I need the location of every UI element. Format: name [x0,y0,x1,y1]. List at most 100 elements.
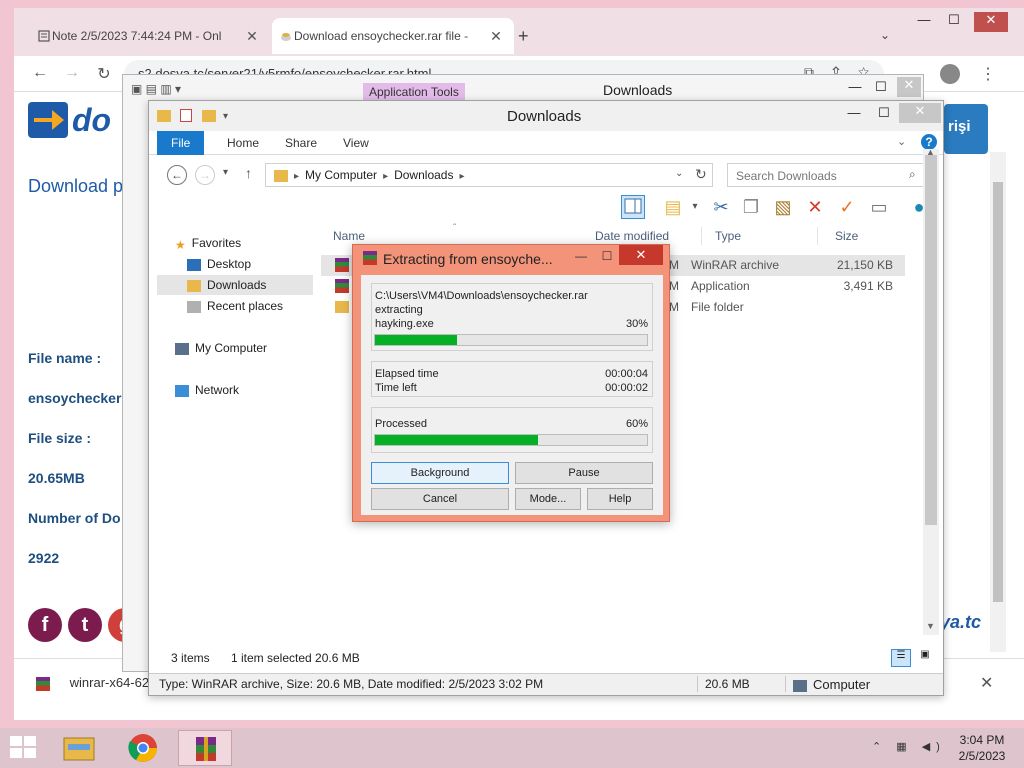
minimize-button[interactable]: — [841,105,867,125]
chrome-taskbar-icon[interactable] [116,730,170,766]
profile-avatar-icon[interactable] [940,64,960,84]
maximize-button[interactable]: ☐ [871,105,897,125]
nav-my-computer[interactable]: My Computer [175,338,335,358]
background-button[interactable]: Background [371,462,509,484]
properties-check-icon[interactable]: ▤ [661,195,685,219]
scroll-thumb[interactable] [925,155,937,525]
dialog-titlebar[interactable]: Extracting from ensoyche... — ☐ ✕ [353,245,669,273]
file-list-scrollbar[interactable]: ▲ ▼ [923,147,939,635]
close-download-bar-icon[interactable]: ✕ [980,673,993,693]
winrar-file-icon [36,676,50,691]
close-button[interactable]: ✕ [897,77,921,97]
view-icon[interactable]: ▭ [867,195,891,219]
preview-pane-icon[interactable] [621,195,645,219]
close-button[interactable]: ✕ [974,12,1008,32]
copy-icon[interactable]: ❐ [739,195,763,219]
file-progress-percent: 30% [625,318,648,330]
tab-share[interactable]: Share [271,131,331,155]
paste-icon[interactable]: ▧ [771,195,795,219]
forward-arrow-icon[interactable]: → [195,165,215,185]
note-icon [38,30,50,42]
address-dropdown-icon[interactable]: ⌄ [675,168,683,179]
breadcrumb-separator-icon[interactable]: ▸ [459,171,464,182]
facebook-icon[interactable]: f [28,608,62,642]
breadcrumb-separator-icon[interactable]: ▸ [383,171,388,182]
quick-access-icons[interactable]: ▣ ▤ ▥ ▾ [131,82,181,96]
close-button[interactable]: ✕ [899,103,941,123]
chevron-down-icon[interactable]: ▾ [683,195,707,219]
winrar-taskbar-icon[interactable] [178,730,232,766]
system-tray-icons[interactable]: ⌃ ▦ ◀) [872,740,946,753]
twitter-icon[interactable]: t [68,608,102,642]
column-header-name[interactable]: Name [333,227,365,245]
properties-icon[interactable] [180,109,193,123]
large-icons-view-icon[interactable]: ▣ [915,649,935,667]
tab-search-chevron-icon[interactable]: ⌄ [880,28,890,42]
file-explorer-taskbar-icon[interactable] [54,730,104,766]
dialog-title: Extracting from ensoyche... [383,251,553,267]
nav-downloads[interactable]: Downloads [157,275,313,295]
scroll-down-icon[interactable]: ▼ [926,621,935,631]
maximize-button[interactable]: ☐ [867,79,895,99]
login-button[interactable]: rişi [944,104,988,154]
column-header-type[interactable]: Type [715,227,741,245]
tab-home[interactable]: Home [213,131,273,155]
new-folder-icon[interactable] [201,109,216,122]
minimize-button[interactable]: — [910,12,938,32]
maximize-button[interactable]: ☐ [940,12,968,32]
column-header-date[interactable]: Date modified [595,227,669,245]
breadcrumb-my-computer[interactable]: My Computer [305,168,377,182]
search-icon[interactable]: ⌕ [909,167,916,182]
recent-locations-chevron-icon[interactable]: ▾ [223,167,228,178]
download-item[interactable]: winrar-x64-62 [36,675,149,691]
chevron-down-icon[interactable]: ▾ [223,111,228,122]
pause-button[interactable]: Pause [515,462,653,484]
nav-label: My Computer [195,341,268,355]
scroll-thumb[interactable] [993,182,1003,602]
close-tab-icon[interactable]: ✕ [488,28,504,45]
maximize-button[interactable]: ☐ [597,249,617,263]
refresh-icon[interactable]: ↻ [695,166,707,183]
back-arrow-icon[interactable]: ← [167,165,187,185]
breadcrumb-downloads[interactable]: Downloads [394,168,453,182]
cut-icon[interactable]: ✂ [709,195,733,219]
desktop-icon [187,258,201,271]
action-label: extracting [375,304,423,316]
browser-tab-note[interactable]: Note 2/5/2023 7:44:24 PM - Onl ✕ [30,18,270,54]
reload-icon[interactable]: ↻ [94,64,114,84]
new-tab-button[interactable]: + [518,26,529,47]
cancel-button[interactable]: Cancel [371,488,509,510]
close-tab-icon[interactable]: ✕ [244,28,260,45]
close-button[interactable]: ✕ [619,245,663,265]
back-arrow-icon[interactable]: ← [30,64,50,82]
minimize-button[interactable]: — [841,79,869,99]
column-header-size[interactable]: Size [835,227,858,245]
minimize-button[interactable]: — [571,249,591,263]
quick-access-toolbar[interactable]: ▾ [157,108,228,123]
taskbar-clock[interactable]: 3:04 PM 2/5/2023 [952,732,1012,764]
page-scrollbar[interactable] [990,152,1006,652]
nav-favorites[interactable]: ★ Favorites [175,233,335,253]
details-view-icon[interactable]: ☰ [891,649,911,667]
forward-arrow-icon[interactable]: → [62,64,82,82]
breadcrumb-address-bar[interactable]: ▸ My Computer ▸ Downloads ▸ [265,163,713,187]
expand-ribbon-chevron-icon[interactable]: ⌄ [897,135,906,148]
tab-file[interactable]: File [157,131,205,155]
windows-start-icon[interactable] [10,736,38,760]
breadcrumb-separator-icon[interactable]: ▸ [294,171,299,182]
delete-icon[interactable]: ✕ [803,195,827,219]
time-group: Elapsed time 00:00:04 Time left 00:00:02 [371,361,653,397]
application-tools-label[interactable]: Application Tools [363,83,465,101]
download-count-value: 2922 [28,550,60,566]
browser-tab-download[interactable]: Download ensoychecker.rar file - ✕ [272,18,514,54]
mode-button[interactable]: Mode... [515,488,581,510]
menu-dots-icon[interactable]: ⋮ [980,64,996,84]
nav-network[interactable]: Network [175,380,335,400]
search-input[interactable]: Search Downloads [727,163,929,187]
tab-view[interactable]: View [329,131,383,155]
help-button[interactable]: Help [587,488,653,510]
up-arrow-icon[interactable]: ↑ [245,165,252,181]
rename-check-icon[interactable]: ✓ [835,195,859,219]
folder-icon[interactable] [157,109,171,122]
item-count: 3 items [171,651,210,665]
